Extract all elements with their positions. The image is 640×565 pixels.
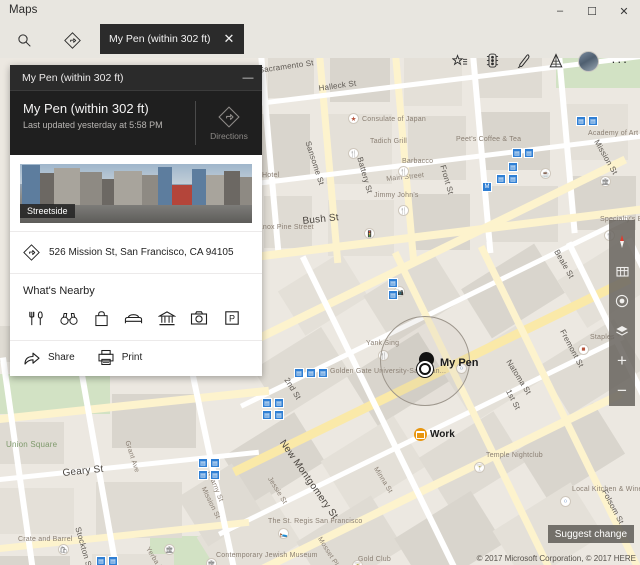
panel-hero: My Pen (within 302 ft) Last updated yest…	[10, 91, 262, 155]
share-button[interactable]: Share	[23, 350, 75, 366]
panel-actions: Share Print	[10, 340, 262, 376]
print-icon	[97, 349, 115, 366]
zoom-in-button[interactable]: +	[609, 346, 635, 376]
clear-search-icon[interactable]: ✕	[214, 24, 244, 54]
favorites-icon[interactable]	[444, 46, 476, 76]
streetside-badge: Streetside	[20, 204, 75, 218]
3d-cities-icon[interactable]	[540, 46, 572, 76]
panel-minimize-button[interactable]: —	[234, 65, 262, 91]
panel-body: Streetside 526 Mission St, San Francisco…	[10, 155, 262, 376]
streetside-thumbnail[interactable]: Streetside	[20, 164, 252, 223]
photos-camera-icon[interactable]	[186, 306, 212, 330]
my-pen-pin[interactable]: My Pen	[416, 352, 438, 376]
minimize-button[interactable]: –	[544, 0, 576, 22]
shopping-bag-icon[interactable]	[88, 306, 114, 330]
work-briefcase-icon	[414, 428, 427, 441]
print-button[interactable]: Print	[97, 349, 143, 366]
address-diamond-icon	[23, 244, 40, 261]
address-row[interactable]: 526 Mission St, San Francisco, CA 94105	[10, 231, 262, 273]
close-button[interactable]: ✕	[608, 0, 640, 22]
avatar	[578, 51, 599, 72]
map-controls: + −	[609, 220, 635, 406]
search-input[interactable]: My Pen (within 302 ft)	[100, 33, 214, 45]
maps-app-window: Sacramento St Halleck St Sansome St Batt…	[0, 0, 640, 565]
account-avatar[interactable]	[572, 46, 604, 76]
directions-button[interactable]: Directions	[196, 91, 262, 155]
map-layers-icon[interactable]	[609, 316, 635, 346]
restaurants-icon[interactable]	[23, 306, 49, 330]
my-pen-marker-icon	[416, 352, 438, 376]
attractions-binoculars-icon[interactable]	[56, 306, 82, 330]
share-icon	[23, 350, 41, 366]
more-icon[interactable]: ···	[604, 46, 636, 76]
window-controls: – ☐ ✕	[544, 0, 640, 22]
command-bar-right: ···	[444, 46, 636, 76]
place-subtitle: Last updated yesterday at 5:58 PM	[23, 120, 195, 130]
directions-label: Directions	[210, 131, 248, 141]
map-copyright: © 2017 Microsoft Corporation, © 2017 HER…	[477, 554, 636, 563]
command-bar: ···	[0, 22, 640, 58]
whats-nearby-title: What's Nearby	[23, 285, 249, 297]
app-title: Maps	[9, 4, 38, 16]
museums-bank-icon[interactable]	[154, 306, 180, 330]
panel-header: My Pen (within 302 ft) —	[10, 65, 262, 91]
traffic-icon[interactable]	[476, 46, 508, 76]
suggest-change-button[interactable]: Suggest change	[548, 525, 634, 543]
compass-north-icon[interactable]	[609, 226, 635, 256]
parking-icon[interactable]: P	[219, 306, 245, 330]
maximize-button[interactable]: ☐	[576, 0, 608, 22]
streetside-section: Streetside	[10, 155, 262, 231]
title-bar: Maps – ☐ ✕	[0, 0, 640, 22]
ink-pen-icon[interactable]	[508, 46, 540, 76]
search-icon[interactable]	[11, 28, 37, 52]
my-location-icon[interactable]	[609, 286, 635, 316]
zoom-out-button[interactable]: −	[609, 376, 635, 406]
directions-diamond-icon	[218, 106, 240, 128]
place-info-panel: My Pen (within 302 ft) — My Pen (within …	[10, 65, 262, 376]
panel-hero-text: My Pen (within 302 ft) Last updated yest…	[10, 91, 195, 155]
hotels-bed-icon[interactable]	[121, 306, 147, 330]
directions-diamond-icon[interactable]	[59, 28, 85, 52]
3d-buildings-icon[interactable]	[609, 256, 635, 286]
panel-header-title: My Pen (within 302 ft)	[10, 72, 234, 84]
place-title: My Pen (within 302 ft)	[23, 101, 195, 116]
address-text: 526 Mission St, San Francisco, CA 94105	[49, 247, 234, 258]
work-pin-label: Work	[430, 429, 455, 440]
whats-nearby-icons: P	[23, 306, 249, 330]
my-pen-pin-label: My Pen	[440, 357, 479, 369]
print-label: Print	[122, 352, 143, 363]
share-label: Share	[48, 352, 75, 363]
whats-nearby-section: What's Nearby	[10, 273, 262, 340]
svg-text:P: P	[229, 314, 235, 324]
work-pin[interactable]: Work	[414, 428, 455, 441]
search-chip[interactable]: My Pen (within 302 ft) ✕	[100, 24, 244, 54]
